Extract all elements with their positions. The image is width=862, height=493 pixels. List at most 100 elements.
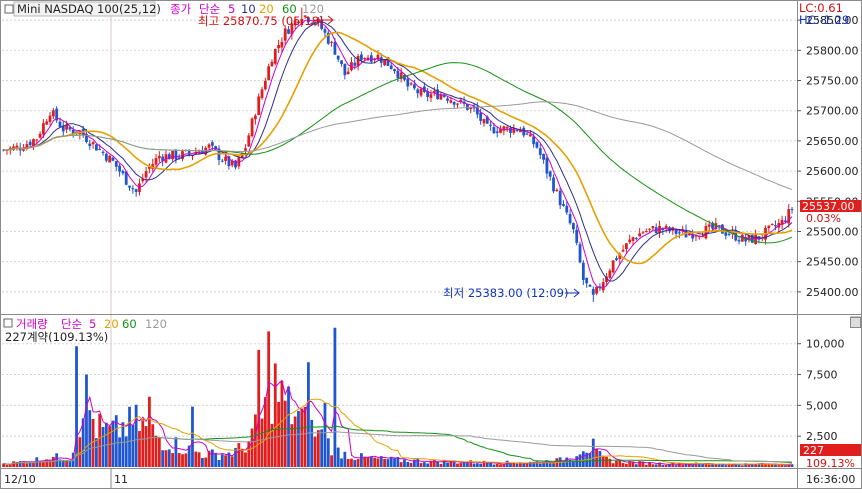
volume-legend-period-120: 120 <box>145 317 167 331</box>
volume-bar <box>194 451 198 467</box>
volume-bar <box>316 430 320 467</box>
candle-body <box>489 124 492 126</box>
candle-body <box>360 54 363 60</box>
volume-bar <box>525 463 529 467</box>
candle-body <box>353 62 357 66</box>
volume-bar <box>356 458 360 467</box>
candle-body <box>479 112 483 121</box>
price-tick-label: 25800.00 <box>806 44 859 57</box>
candle-body <box>363 58 367 60</box>
candle-body <box>393 69 396 72</box>
volume-bar <box>787 465 791 467</box>
volume-bar <box>707 464 711 467</box>
volume-bar <box>399 462 403 467</box>
candle-body <box>263 80 267 90</box>
current-ratio-label: 109.13% <box>806 457 855 470</box>
price-tick-label: 25450.00 <box>806 256 859 269</box>
candle-body <box>678 232 681 234</box>
candle-body <box>48 115 52 122</box>
volume-bar <box>61 461 65 467</box>
volume-bar <box>217 460 221 467</box>
candle-body <box>588 284 592 287</box>
candle-body <box>528 134 532 137</box>
volume-bar <box>303 406 307 467</box>
volume-bar <box>456 463 459 467</box>
candle-body <box>538 148 542 155</box>
candle-body <box>625 243 628 249</box>
hc-label: HC:-1.29 <box>799 13 849 27</box>
candle-body <box>416 89 420 94</box>
candle-body <box>207 144 211 148</box>
candle-body <box>95 144 98 151</box>
candle-body <box>396 70 400 79</box>
volume-bar <box>293 416 297 467</box>
candle-body <box>555 189 559 192</box>
candle-body <box>28 141 32 146</box>
volume-bar <box>386 459 390 467</box>
candle-body <box>499 129 502 133</box>
candle-body <box>343 63 347 76</box>
volume-bar <box>141 418 145 467</box>
volume-bar <box>479 463 483 467</box>
candle-body <box>121 170 125 174</box>
candle-body <box>336 55 340 60</box>
volume-bar <box>446 462 449 467</box>
volume-bar <box>485 462 489 467</box>
candle-body <box>608 270 612 278</box>
volume-bar <box>65 460 68 467</box>
volume-legend-period-60: 60 <box>122 317 137 331</box>
candle-body <box>532 136 536 145</box>
volume-bar <box>724 465 728 467</box>
candle-body <box>330 41 333 43</box>
volume-bar <box>201 457 204 467</box>
candle-body <box>515 130 519 132</box>
volume-bar <box>191 406 194 467</box>
volume-bar <box>85 374 88 467</box>
volume-bar <box>784 465 787 467</box>
volume-bar <box>625 463 628 467</box>
candle-body <box>492 127 496 134</box>
candle-body <box>91 142 95 145</box>
candle-body <box>449 100 453 103</box>
volume-bar <box>280 380 284 467</box>
volume-bar <box>598 451 602 467</box>
candle-body <box>108 155 112 163</box>
volume-bar <box>601 455 605 467</box>
candle-body <box>22 149 25 151</box>
volume-bar <box>668 464 671 467</box>
volume-bar <box>591 438 595 467</box>
candle-body <box>707 224 711 227</box>
candle-body <box>157 155 161 159</box>
volume-bar <box>459 463 463 467</box>
volume-bar <box>691 464 695 467</box>
candle-body <box>171 150 174 160</box>
volume-bar <box>422 462 426 467</box>
volume-bar <box>283 400 287 467</box>
candle-body <box>210 142 214 146</box>
volume-bar <box>161 450 165 467</box>
chart-root: 25850.00 25800.00 25750.00 25700.00 25650.00… <box>0 0 862 489</box>
candle-body <box>724 232 728 236</box>
candle-body <box>578 244 582 263</box>
candle-body <box>572 223 575 230</box>
volume-legend-period-5: 5 <box>89 317 96 331</box>
volume-bar <box>340 458 343 467</box>
candle-body <box>333 42 337 55</box>
volume-bar <box>502 464 506 467</box>
maximize-pane-icon[interactable] <box>850 317 861 328</box>
volume-bar <box>369 456 373 467</box>
volume-bar <box>75 346 78 467</box>
volume-bar <box>197 452 201 467</box>
candle-body <box>51 110 55 117</box>
candle-body <box>446 98 449 101</box>
volume-bar <box>740 465 744 467</box>
candle-body <box>220 160 224 162</box>
volume-bar <box>144 426 148 467</box>
volume-bar <box>714 464 718 467</box>
volume-bar <box>634 464 638 467</box>
candle-body <box>727 233 731 235</box>
candle-body <box>224 156 227 161</box>
volume-bar <box>581 451 585 467</box>
volume-bar <box>644 464 648 467</box>
price-tick-label: 25700.00 <box>806 105 859 118</box>
